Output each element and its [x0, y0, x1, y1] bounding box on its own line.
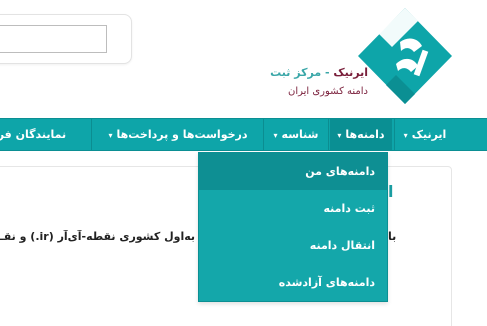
- nav-item-requests-payments[interactable]: درخواست‌ها و پرداخت‌ها▾: [93, 119, 263, 150]
- chevron-down-icon: ▾: [337, 131, 342, 140]
- menu-item-register-domain[interactable]: ثبت دامنه: [199, 190, 387, 227]
- chevron-down-icon: ▾: [403, 131, 408, 140]
- menu-item-released-domains[interactable]: دامنه‌های آزادشده: [199, 264, 387, 301]
- site-header: ایرنیک - مرکز ثبت دامنه کشوری ایران: [0, 0, 487, 118]
- nav-item-irnic[interactable]: ایرنیک▾: [396, 119, 454, 150]
- nav-divider: [263, 119, 264, 150]
- logo-tagline-2: دامنه کشوری ایران: [287, 86, 368, 97]
- nav-item-domains[interactable]: دامنه‌ها▾: [330, 119, 392, 150]
- domains-dropdown-menu: دامنه‌های من ثبت دامنه انتقال دامنه دامن…: [198, 152, 388, 302]
- main-nav: ایرنیک▾ دامنه‌ها▾ شناسه▾ درخواست‌ها و پر…: [0, 118, 487, 151]
- logo-tagline-1: - مرکز ثبت: [270, 66, 334, 79]
- nav-divider: [328, 119, 329, 150]
- nav-label-requests-payments: درخواست‌ها و پرداخت‌ها: [116, 128, 248, 141]
- logo-title: ایرنیک - مرکز ثبت: [250, 66, 368, 79]
- search-input[interactable]: [0, 25, 107, 53]
- content-heading: ا: [388, 182, 394, 201]
- menu-item-transfer-domain[interactable]: انتقال دامنه: [199, 227, 387, 264]
- nav-item-id[interactable]: شناسه▾: [265, 119, 327, 150]
- chevron-down-icon: ▾: [273, 131, 278, 140]
- nav-item-resellers[interactable]: نمایندگان فرو: [0, 119, 91, 150]
- nav-label-id: شناسه: [281, 128, 319, 141]
- chevron-down-icon: ▾: [108, 131, 113, 140]
- nav-divider: [91, 119, 92, 150]
- irnic-logo-icon[interactable]: [356, 6, 454, 106]
- nav-divider: [394, 119, 395, 150]
- search-box: [0, 14, 132, 64]
- nav-label-irnic: ایرنیک: [411, 128, 447, 141]
- content-text-start: با: [388, 230, 397, 243]
- logo-brand-name: ایرنیک: [333, 66, 368, 79]
- nav-label-domains: دامنه‌ها: [345, 128, 385, 141]
- menu-item-my-domains[interactable]: دامنه‌های من: [199, 153, 387, 190]
- nav-label-resellers: نمایندگان فرو: [0, 128, 67, 141]
